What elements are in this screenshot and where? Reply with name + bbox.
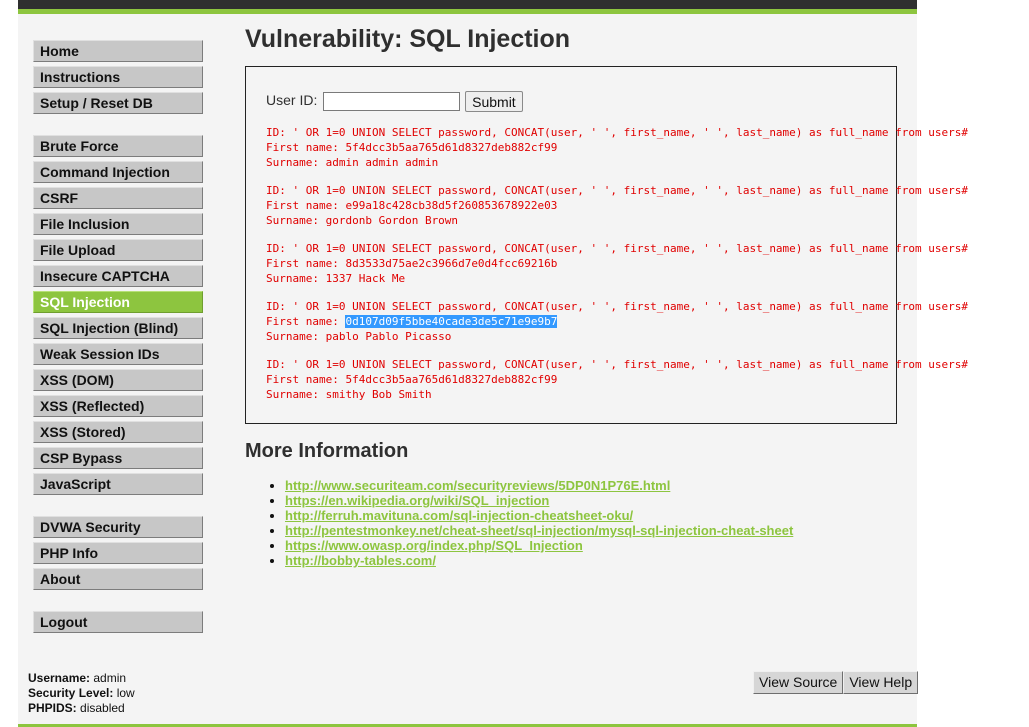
header-accent-stripe	[18, 9, 917, 14]
result-surname-line: Surname: gordonb Gordon Brown	[266, 214, 459, 227]
view-buttons: View Source View Help	[753, 671, 919, 694]
reference-link[interactable]: https://en.wikipedia.org/wiki/SQL_inject…	[285, 493, 549, 508]
result-entry: ID: ' OR 1=0 UNION SELECT password, CONC…	[266, 183, 968, 228]
username-line: Username: admin	[28, 671, 127, 685]
menu-item-logout[interactable]: Logout	[33, 611, 203, 633]
reference-link[interactable]: http://pentestmonkey.net/cheat-sheet/sql…	[285, 523, 793, 538]
result-id-line: ID: ' OR 1=0 UNION SELECT password, CONC…	[266, 126, 968, 139]
result-id-line: ID: ' OR 1=0 UNION SELECT password, CONC…	[266, 184, 968, 197]
user-id-input[interactable]	[323, 92, 461, 111]
result-first-name-line: First name: 5f4dcc3b5aa765d61d8327deb882…	[266, 373, 558, 386]
username-value: admin	[93, 671, 127, 685]
list-item: http://www.securiteam.com/securityreview…	[285, 478, 793, 493]
vulnerable-code-area: User ID: Submit ID: ' OR 1=0 UNION SELEC…	[245, 66, 968, 424]
menu-item-file-inclusion[interactable]: File Inclusion	[33, 213, 203, 235]
list-item: https://en.wikipedia.org/wiki/SQL_inject…	[285, 493, 793, 508]
menu-item-brute-force[interactable]: Brute Force	[33, 135, 203, 157]
page-title: Vulnerability: SQL Injection	[245, 25, 571, 53]
list-item: http://bobby-tables.com/	[285, 553, 793, 568]
menu-item-javascript[interactable]: JavaScript	[33, 473, 203, 495]
header-bar	[18, 0, 917, 9]
menu-item-weak-session-ids[interactable]: Weak Session IDs	[33, 343, 203, 365]
menu-item-command-injection[interactable]: Command Injection	[33, 161, 203, 183]
result-surname-line: Surname: admin admin admin	[266, 156, 439, 169]
menu-item-about[interactable]: About	[33, 568, 203, 590]
menu-group-vulnerabilities: Brute Force Command Injection CSRF File …	[33, 135, 203, 499]
menu-item-xss-stored[interactable]: XSS (Stored)	[33, 421, 203, 443]
phpids-value: disabled	[80, 701, 125, 715]
user-id-label: User ID:	[266, 92, 318, 109]
result-surname-line: Surname: pablo Pablo Picasso	[266, 330, 452, 343]
menu-item-xss-reflected[interactable]: XSS (Reflected)	[33, 395, 203, 417]
result-surname-line: Surname: 1337 Hack Me	[266, 272, 406, 285]
list-item: http://ferruh.mavituna.com/sql-injection…	[285, 508, 793, 523]
menu-group-settings: DVWA Security PHP Info About	[33, 516, 203, 594]
first-name-value-selected[interactable]: 0d107d09f5bbe40cade3de5c71e9e9b7	[345, 315, 558, 328]
menu-item-sql-injection[interactable]: SQL Injection	[33, 291, 203, 313]
result-surname-line: Surname: smithy Bob Smith	[266, 388, 432, 401]
submit-button[interactable]: Submit	[465, 91, 523, 112]
menu-item-dvwa-security[interactable]: DVWA Security	[33, 516, 203, 538]
menu-group-logout: Logout	[33, 611, 203, 637]
reference-link[interactable]: http://bobby-tables.com/	[285, 553, 436, 568]
menu-item-php-info[interactable]: PHP Info	[33, 542, 203, 564]
reference-link-list: http://www.securiteam.com/securityreview…	[267, 478, 793, 568]
result-first-name-line: First name: 0d107d09f5bbe40cade3de5c71e9…	[266, 315, 558, 328]
menu-item-insecure-captcha[interactable]: Insecure CAPTCHA	[33, 265, 203, 287]
result-first-name-line: First name: 5f4dcc3b5aa765d61d8327deb882…	[266, 141, 558, 154]
menu-item-xss-dom[interactable]: XSS (DOM)	[33, 369, 203, 391]
list-item: https://www.owasp.org/index.php/SQL_Inje…	[285, 538, 793, 553]
result-entry: ID: ' OR 1=0 UNION SELECT password, CONC…	[266, 357, 968, 402]
menu-item-csp-bypass[interactable]: CSP Bypass	[33, 447, 203, 469]
reference-link[interactable]: https://www.owasp.org/index.php/SQL_Inje…	[285, 538, 583, 553]
menu-item-file-upload[interactable]: File Upload	[33, 239, 203, 261]
view-source-button[interactable]: View Source	[753, 671, 844, 694]
first-name-value: 5f4dcc3b5aa765d61d8327deb882cf99	[345, 373, 558, 386]
result-entry: ID: ' OR 1=0 UNION SELECT password, CONC…	[266, 241, 968, 286]
result-entry: ID: ' OR 1=0 UNION SELECT password, CONC…	[266, 299, 968, 344]
user-id-form: User ID: Submit	[266, 91, 523, 112]
menu-item-sql-injection-blind[interactable]: SQL Injection (Blind)	[33, 317, 203, 339]
reference-link[interactable]: http://ferruh.mavituna.com/sql-injection…	[285, 508, 633, 523]
security-level-value: low	[116, 686, 135, 700]
more-information-heading: More Information	[245, 440, 409, 462]
result-first-name-line: First name: e99a18c428cb38d5f26085367892…	[266, 199, 558, 212]
menu-item-setup-reset-db[interactable]: Setup / Reset DB	[33, 92, 203, 114]
first-name-value: 8d3533d75ae2c3966d7e0d4fcc69216b	[345, 257, 558, 270]
session-info: Username: admin Security Level: low PHPI…	[28, 671, 135, 716]
view-help-button[interactable]: View Help	[843, 671, 919, 694]
security-level-line: Security Level: low	[28, 686, 135, 700]
phpids-line: PHPIDS: disabled	[28, 701, 125, 715]
reference-link[interactable]: http://www.securiteam.com/securityreview…	[285, 478, 670, 493]
first-name-value: e99a18c428cb38d5f260853678922e03	[345, 199, 558, 212]
dvwa-page: Home Instructions Setup / Reset DB Brute…	[18, 0, 968, 727]
query-results: ID: ' OR 1=0 UNION SELECT password, CONC…	[266, 125, 968, 415]
result-id-line: ID: ' OR 1=0 UNION SELECT password, CONC…	[266, 242, 968, 255]
result-id-line: ID: ' OR 1=0 UNION SELECT password, CONC…	[266, 300, 968, 313]
menu-item-instructions[interactable]: Instructions	[33, 66, 203, 88]
menu-item-home[interactable]: Home	[33, 40, 203, 62]
result-first-name-line: First name: 8d3533d75ae2c3966d7e0d4fcc69…	[266, 257, 558, 270]
result-entry: ID: ' OR 1=0 UNION SELECT password, CONC…	[266, 125, 968, 170]
list-item: http://pentestmonkey.net/cheat-sheet/sql…	[285, 523, 793, 538]
menu-item-csrf[interactable]: CSRF	[33, 187, 203, 209]
result-id-line: ID: ' OR 1=0 UNION SELECT password, CONC…	[266, 358, 968, 371]
first-name-value: 5f4dcc3b5aa765d61d8327deb882cf99	[345, 141, 558, 154]
menu-group-main: Home Instructions Setup / Reset DB	[33, 40, 203, 118]
